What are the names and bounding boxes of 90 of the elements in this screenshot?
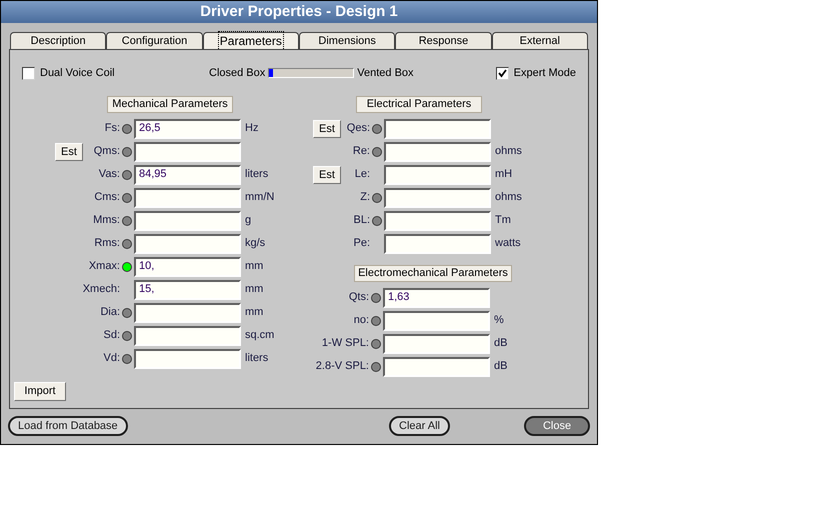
unit-label: dB xyxy=(494,336,508,352)
field-value: 15, xyxy=(139,282,154,298)
box-type-track[interactable] xyxy=(268,68,354,78)
unit-label: % xyxy=(494,313,504,328)
unit-label: Tm xyxy=(495,213,511,228)
unit-label: ohms xyxy=(495,190,522,206)
footer-button[interactable]: Load from Database xyxy=(8,416,128,436)
parameter-label: Xmax: xyxy=(88,259,120,274)
tab[interactable]: Configuration xyxy=(106,32,203,49)
unit-label: mm xyxy=(245,305,264,320)
checkbox-label: Expert Mode xyxy=(514,66,576,81)
unit-label: liters xyxy=(245,351,268,366)
parameter-label: Rms: xyxy=(94,236,120,252)
parameter-input-field[interactable] xyxy=(384,118,491,138)
parameter-input-field[interactable] xyxy=(384,234,491,254)
unit-label: mH xyxy=(495,167,512,182)
parameter-label: Cms: xyxy=(94,190,120,206)
parameter-input-field[interactable] xyxy=(384,142,491,162)
tab[interactable]: Parameters xyxy=(202,32,299,49)
parameter-input-field[interactable] xyxy=(134,302,241,322)
field-value: 10, xyxy=(139,259,154,274)
parameter-input-field[interactable] xyxy=(383,356,490,376)
parameter-label: 2.8-V SPL: xyxy=(316,359,369,374)
unit-label: Hz xyxy=(245,121,258,136)
unit-label: g xyxy=(245,213,252,228)
parameter-input-field[interactable] xyxy=(134,234,241,254)
parameter-input-field[interactable] xyxy=(383,334,490,354)
footer-button[interactable]: Clear All xyxy=(389,416,450,436)
parameter-label: Qes: xyxy=(346,121,370,136)
unit-label: sq.cm xyxy=(245,328,274,344)
unit-label: mm/N xyxy=(245,190,274,206)
box-type-label: Closed Box xyxy=(209,66,266,81)
parameter-input-field[interactable]: 15, xyxy=(134,280,241,300)
parameter-input-field[interactable]: 26,5 xyxy=(134,118,241,138)
parameter-input-field[interactable] xyxy=(134,210,241,230)
unit-label: mm xyxy=(245,282,264,298)
unit-label: mm xyxy=(245,259,264,274)
section-heading: Electromechanical Parameters xyxy=(354,265,512,282)
estimate-button[interactable]: Est xyxy=(313,120,341,138)
field-value: 84,95 xyxy=(139,167,167,182)
parameter-input-field[interactable] xyxy=(134,188,241,208)
checkbox-label: Dual Voice Coil xyxy=(40,66,115,81)
parameter-input-field[interactable] xyxy=(384,210,491,230)
tab[interactable]: External xyxy=(492,32,588,49)
parameter-input-field[interactable] xyxy=(134,142,241,162)
parameter-label: BL: xyxy=(353,213,370,228)
tab[interactable]: Description xyxy=(10,32,106,49)
parameter-input-field[interactable]: 10, xyxy=(134,256,241,276)
parameter-label: Vas: xyxy=(98,167,120,182)
section-heading: Electrical Parameters xyxy=(356,96,482,113)
unit-label: liters xyxy=(245,167,268,182)
parameter-label: Le: xyxy=(354,167,370,182)
footer-button[interactable]: Close xyxy=(524,416,590,436)
estimate-button[interactable]: Est xyxy=(313,166,341,184)
parameter-label: Vd: xyxy=(103,351,120,366)
tab[interactable]: Response xyxy=(395,32,492,49)
window-title: Driver Properties - Design 1 xyxy=(200,2,398,22)
checkbox[interactable] xyxy=(496,66,509,80)
parameter-input-field[interactable] xyxy=(134,326,241,346)
parameter-input-field[interactable]: 84,95 xyxy=(134,164,241,184)
parameter-input-field[interactable] xyxy=(384,188,491,208)
parameter-label: Mms: xyxy=(93,213,120,228)
parameter-label: 1-W SPL: xyxy=(322,336,369,352)
parameter-input-field[interactable] xyxy=(383,310,490,330)
field-value: 26,5 xyxy=(139,121,160,136)
section-heading: Mechanical Parameters xyxy=(107,96,233,113)
parameter-label: no: xyxy=(354,313,369,328)
parameter-label: Sd: xyxy=(103,328,120,344)
parameter-label: Fs: xyxy=(104,121,120,136)
parameter-label: Qms: xyxy=(94,144,120,160)
box-type-label: Vented Box xyxy=(357,66,414,81)
parameter-input-field[interactable]: 1,63 xyxy=(383,288,490,308)
parameter-label: Qts: xyxy=(348,290,369,306)
unit-label: kg/s xyxy=(245,236,266,252)
import-button[interactable]: Import xyxy=(14,382,66,401)
unit-label: dB xyxy=(494,359,508,374)
tab[interactable]: Dimensions xyxy=(298,32,396,49)
parameter-label: Xmech: xyxy=(82,282,120,298)
check-icon xyxy=(498,68,507,78)
checkbox[interactable] xyxy=(22,66,35,80)
parameter-input-field[interactable] xyxy=(384,164,491,184)
parameter-label: Re: xyxy=(352,144,370,160)
parameter-input-field[interactable] xyxy=(134,348,241,368)
parameter-label: Pe: xyxy=(353,236,370,252)
unit-label: watts xyxy=(495,236,521,252)
parameter-label: Dia: xyxy=(100,305,120,320)
estimate-button[interactable]: Est xyxy=(55,142,83,160)
parameter-label: Z: xyxy=(360,190,370,206)
unit-label: ohms xyxy=(495,144,522,160)
field-value: 1,63 xyxy=(388,290,410,306)
